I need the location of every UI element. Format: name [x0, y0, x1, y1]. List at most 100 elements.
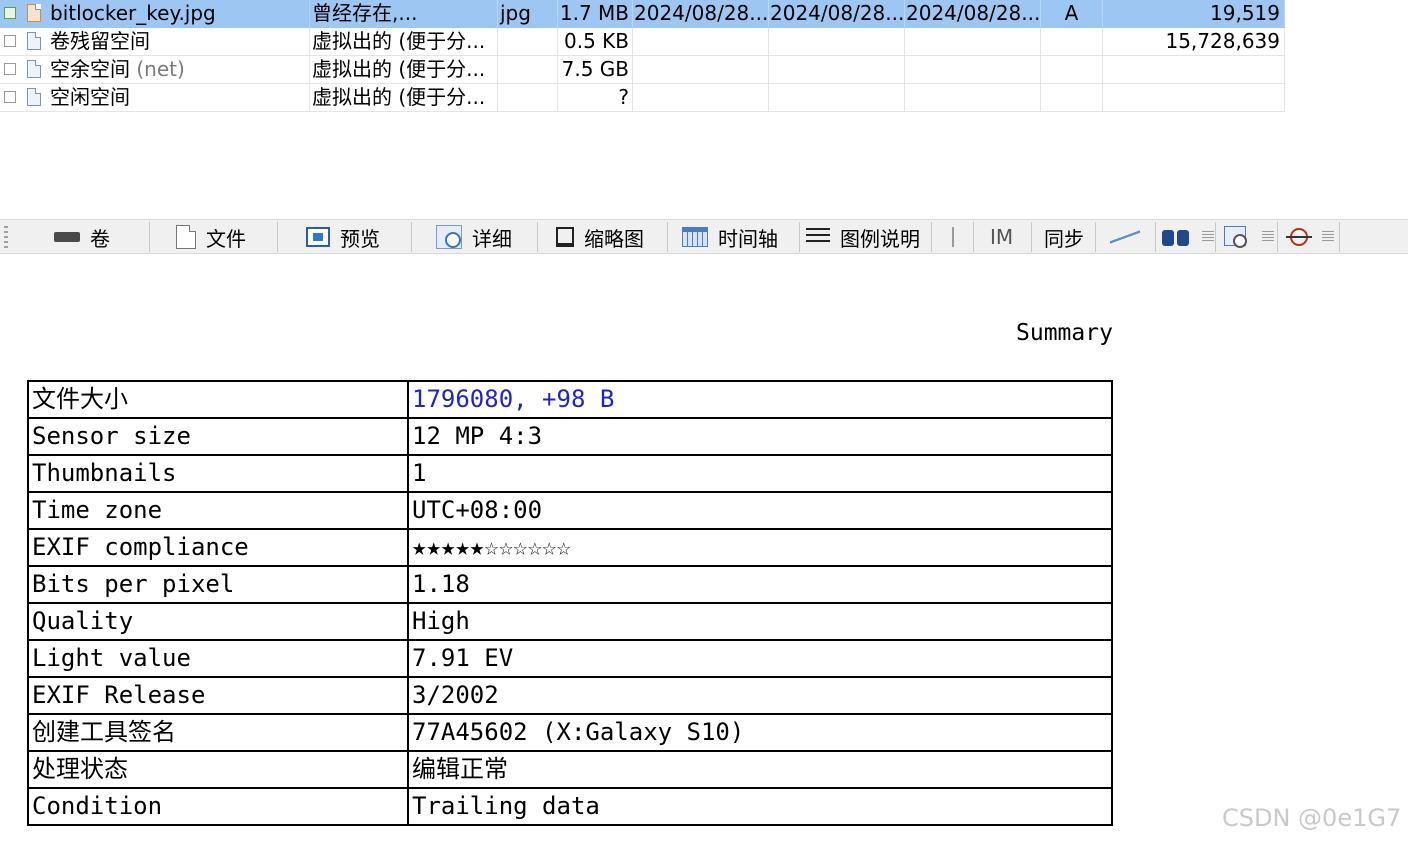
timeline-tab[interactable]: 时间轴 [670, 222, 800, 252]
file-row[interactable]: bitlocker_key.jpg 曾经存在,... jpg 1.7 MB 20… [0, 0, 1285, 28]
table-row: Thumbnails 1 [27, 454, 1113, 493]
file-accessed: 2024/08/28... [906, 0, 1041, 27]
file-type: 曾经存在,... [310, 0, 498, 27]
trend-button[interactable] [1098, 222, 1156, 252]
file-size: 0.5 KB [558, 28, 633, 55]
crosshair-icon [1286, 224, 1312, 250]
property-key: 创建工具签名 [27, 713, 409, 752]
dropdown-lines-icon [1262, 231, 1274, 243]
property-value: UTC+08:00 [407, 491, 1113, 530]
property-key: Time zone [27, 491, 409, 530]
table-row: EXIF compliance ★★★★★☆☆☆☆☆☆ [27, 528, 1113, 567]
file-row[interactable]: 空余空间 (net) 虚拟出的 (便于分... 7.5 GB [0, 56, 1285, 84]
im-button[interactable]: IM [976, 222, 1032, 252]
file-attr [1041, 84, 1103, 111]
file-list[interactable]: bitlocker_key.jpg 曾经存在,... jpg 1.7 MB 20… [0, 0, 1285, 112]
property-value: 7.91 EV [407, 639, 1113, 678]
row-checkbox[interactable] [0, 28, 22, 55]
row-checkbox[interactable] [0, 56, 22, 83]
thumbnail-icon [556, 227, 574, 247]
property-key: 文件大小 [27, 380, 409, 419]
im-button-label: IM [990, 225, 1014, 249]
document-icon [176, 225, 196, 249]
sync-button-label: 同步 [1044, 226, 1084, 251]
file-type: 虚拟出的 (便于分... [310, 56, 498, 83]
property-key: Sensor size [27, 417, 409, 456]
row-checkbox[interactable] [0, 84, 22, 111]
property-value: 12 MP 4:3 [407, 417, 1113, 456]
legend-tab-label: 图例说明 [840, 226, 920, 251]
table-row: 创建工具签名 77A45602 (X:Galaxy S10) [27, 713, 1113, 752]
table-row: Quality High [27, 602, 1113, 641]
calendar-icon [682, 227, 708, 247]
table-row: EXIF Release 3/2002 [27, 676, 1113, 715]
star-rating: ★★★★★☆☆☆☆☆☆ [407, 528, 1113, 567]
volume-tab[interactable]: 卷 [18, 222, 150, 252]
table-row: Time zone UTC+08:00 [27, 491, 1113, 530]
file-name: 空余空间 (net) [48, 56, 310, 83]
volume-tab-label: 卷 [90, 226, 110, 251]
file-accessed [905, 28, 1041, 55]
file-row[interactable]: 卷残留空间 虚拟出的 (便于分... 0.5 KB 15,728,639 [0, 28, 1285, 56]
details-tab[interactable]: 详细 [414, 222, 538, 252]
sort-toggle-button[interactable] [934, 222, 974, 252]
watermark: CSDN @0e1G7 [1222, 804, 1402, 832]
binoculars-icon [1162, 226, 1192, 248]
property-value: Trailing data [407, 787, 1113, 826]
file-ext [498, 28, 558, 55]
thumbnails-tab-label: 缩略图 [584, 226, 644, 251]
target-button[interactable] [1280, 222, 1340, 252]
file-type: 虚拟出的 (便于分... [310, 84, 498, 111]
virtual-file-icon [25, 56, 45, 83]
file-type: 虚拟出的 (便于分... [310, 28, 498, 55]
preview-tab-label: 预览 [340, 226, 380, 251]
file-sector: 19,519 [1103, 0, 1285, 27]
file-size-link[interactable]: 1796080, +98 B [407, 380, 1113, 419]
property-value: 3/2002 [407, 676, 1113, 715]
row-checkbox[interactable] [0, 0, 22, 27]
dropdown-lines-icon [1322, 231, 1334, 243]
details-icon [436, 225, 462, 249]
file-attr [1041, 28, 1103, 55]
file-name: 空闲空间 [48, 84, 310, 111]
file-created: 2024/08/28... [634, 0, 769, 27]
time-filter-button[interactable] [1218, 222, 1278, 252]
sync-button[interactable]: 同步 [1034, 222, 1096, 252]
file-accessed [905, 84, 1041, 111]
file-accessed [905, 56, 1041, 83]
image-file-icon [25, 0, 45, 27]
file-attr: A [1041, 0, 1103, 27]
toolbar-grip-icon[interactable] [4, 226, 8, 248]
file-size: ? [558, 84, 633, 111]
file-size: 7.5 GB [558, 56, 633, 83]
file-sector [1103, 56, 1285, 83]
file-attr [1041, 56, 1103, 83]
clock-icon [1222, 224, 1252, 250]
thumbnails-tab[interactable]: 缩略图 [540, 222, 668, 252]
property-key: Light value [27, 639, 409, 678]
preview-tab[interactable]: 预览 [280, 222, 412, 252]
file-modified [769, 28, 905, 55]
summary-table: 文件大小 1796080, +98 B Sensor size 12 MP 4:3 … [27, 380, 1113, 826]
table-row: Sensor size 12 MP 4:3 [27, 417, 1113, 456]
table-row: Light value 7.91 EV [27, 639, 1113, 678]
table-row: Bits per pixel 1.18 [27, 565, 1113, 604]
table-row: 文件大小 1796080, +98 B [27, 380, 1113, 419]
property-value: 77A45602 (X:Galaxy S10) [407, 713, 1113, 752]
file-ext: jpg [498, 0, 558, 27]
file-row[interactable]: 空闲空间 虚拟出的 (便于分... ? [0, 84, 1285, 112]
trend-chart-icon [1110, 230, 1140, 244]
file-tab[interactable]: 文件 [152, 222, 278, 252]
property-value: 编辑正常 [407, 750, 1113, 789]
details-tab-label: 详细 [472, 226, 512, 251]
table-row: Condition Trailing data [27, 787, 1113, 826]
property-key: EXIF Release [27, 676, 409, 715]
file-created [633, 84, 769, 111]
file-size: 1.7 MB [558, 0, 633, 27]
table-row: 处理状态 编辑正常 [27, 750, 1113, 789]
legend-tab[interactable]: 图例说明 [802, 222, 932, 252]
timeline-tab-label: 时间轴 [718, 226, 778, 251]
search-button[interactable] [1158, 222, 1216, 252]
file-modified [769, 84, 905, 111]
property-value: High [407, 602, 1113, 641]
